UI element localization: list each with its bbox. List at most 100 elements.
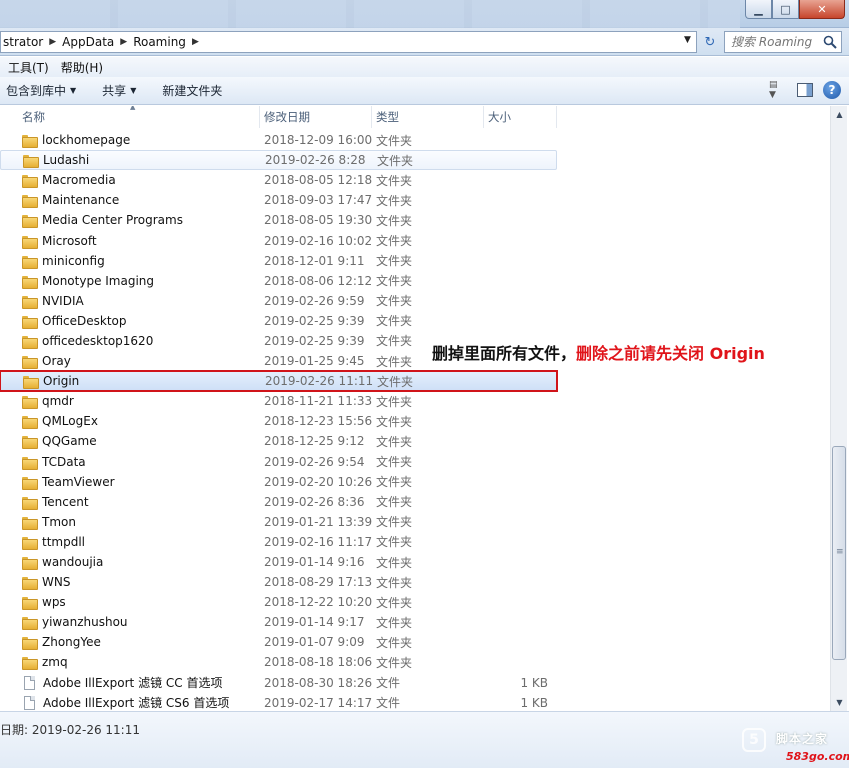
file-row[interactable]: miniconfig 2018-12-01 9:11 文件夹 [0,251,557,271]
column-date[interactable]: 修改日期 [260,106,372,128]
folder-icon [22,476,38,490]
file-name: yiwanzhushou [42,615,128,630]
address-dropdown-icon[interactable]: ▼ [684,35,691,45]
file-row[interactable]: Maintenance 2018-09-03 17:47 文件夹 [0,190,557,210]
file-date: 2019-02-25 9:39 [264,313,365,328]
close-button[interactable]: ✕ [799,0,845,19]
file-name: Microsoft [42,233,97,248]
file-row[interactable]: TeamViewer 2019-02-20 10:26 文件夹 [0,472,557,492]
file-row[interactable]: lockhomepage 2018-12-09 16:00 文件夹 [0,130,557,150]
file-type: 文件夹 [376,314,413,329]
file-name-cell: Media Center Programs [0,213,260,229]
chevron-right-icon[interactable]: ▶ [120,37,127,47]
file-date: 2018-08-05 12:18 [264,173,373,188]
file-row[interactable]: QQGame 2018-12-25 9:12 文件夹 [0,431,557,451]
file-row[interactable]: zmq 2018-08-18 18:06 文件夹 [0,652,557,672]
file-row[interactable]: TCData 2019-02-26 9:54 文件夹 [0,452,557,472]
address-bar[interactable]: strator ▶ AppData ▶ Roaming ▶ [0,31,697,53]
file-row[interactable]: Ludashi 2019-02-26 8:28 文件夹 [0,150,557,171]
scrollbar-thumb[interactable]: ≡ [832,446,846,660]
maximize-button[interactable]: □ [772,0,799,19]
file-name: Media Center Programs [42,213,183,228]
file-name: Adobe IllExport 滤镜 CS6 首选项 [43,696,230,711]
file-date: 2019-02-16 10:02 [264,233,373,248]
file-row[interactable]: yiwanzhushou 2019-01-14 9:17 文件夹 [0,612,557,632]
file-row[interactable]: ttmpdll 2019-02-16 11:17 文件夹 [0,532,557,552]
file-row[interactable]: wandoujia 2019-01-14 9:16 文件夹 [0,552,557,572]
file-name-cell: Ludashi [1,153,261,169]
column-name[interactable]: 名称 ▲ [0,106,260,128]
file-date: 2018-11-21 11:33 [264,394,373,409]
share-button[interactable]: 共享 ▼ [96,82,142,99]
view-options-icon[interactable]: ▤ ▼ [769,80,787,100]
folder-icon [23,375,39,390]
watermark-text: 脚本之家 [776,732,829,746]
new-folder-button[interactable]: 新建文件夹 [156,82,228,99]
search-box[interactable] [724,31,842,53]
menu-help[interactable]: 帮助(H) [57,59,107,76]
file-row[interactable]: Adobe IllExport 滤镜 CS6 首选项 2019-02-17 14:… [0,693,557,711]
file-type: 文件夹 [376,495,413,510]
minimize-button[interactable]: ▁ [745,0,772,19]
file-type: 文件夹 [376,655,413,670]
column-type[interactable]: 类型 [372,106,484,128]
file-type: 文件夹 [376,254,413,269]
folder-icon [22,335,38,349]
file-icon [24,695,35,710]
file-name-cell: zmq [0,655,260,671]
file-row[interactable]: Macromedia 2018-08-05 12:18 文件夹 [0,170,557,190]
file-row[interactable]: Adobe IllExport 滤镜 CC 首选项 2018-08-30 18:2… [0,673,557,693]
file-row[interactable]: wps 2018-12-22 10:20 文件夹 [0,592,557,612]
file-name: zmq [42,655,68,670]
scroll-up-button[interactable]: ▲ [831,106,848,123]
watermark-url: 583go.com [786,750,849,763]
file-row[interactable]: QMLogEx 2018-12-23 15:56 文件夹 [0,411,557,431]
search-input[interactable] [731,35,821,49]
caret-down-icon: ▼ [70,86,77,95]
file-row[interactable]: NVIDIA 2019-02-26 9:59 文件夹 [0,291,557,311]
breadcrumb-item[interactable]: strator ▶ [3,35,62,49]
file-row[interactable]: Origin 2019-02-26 11:11 文件夹 [0,370,558,393]
file-row[interactable]: ZhongYee 2019-01-07 9:09 文件夹 [0,632,557,652]
file-type: 文件夹 [376,555,413,570]
file-date: 2018-08-30 18:26 [264,675,373,690]
file-row[interactable]: WNS 2018-08-29 17:13 文件夹 [0,572,557,592]
file-row[interactable]: Media Center Programs 2018-08-05 19:30 文件夹 [0,210,557,230]
file-row[interactable]: OfficeDesktop 2019-02-25 9:39 文件夹 [0,311,557,331]
breadcrumb-item[interactable]: AppData ▶ [62,35,133,49]
preview-pane-icon[interactable] [797,83,813,97]
file-name-cell: QQGame [0,434,260,450]
file-date: 2019-02-20 10:26 [264,474,373,489]
chevron-right-icon[interactable]: ▶ [49,37,56,47]
file-date: 2019-01-14 9:16 [264,555,365,570]
chevron-right-icon[interactable]: ▶ [192,37,199,47]
file-name-cell: miniconfig [0,253,260,269]
refresh-button[interactable]: ↻ [700,32,720,52]
file-row[interactable]: Monotype Imaging 2018-08-06 12:12 文件夹 [0,271,557,291]
folder-icon [22,235,38,249]
file-row[interactable]: Microsoft 2019-02-16 10:02 文件夹 [0,230,557,250]
search-icon[interactable] [823,35,837,49]
menu-tools[interactable]: 工具(T) [4,59,53,76]
help-icon[interactable]: ? [823,81,841,99]
breadcrumb-item[interactable]: Roaming ▶ [133,35,205,49]
file-name: Origin [43,374,80,389]
file-row[interactable]: Tencent 2019-02-26 8:36 文件夹 [0,492,557,512]
file-type: 文件夹 [376,414,413,429]
column-size[interactable]: 大小 [484,106,557,128]
file-name-cell: Oray [0,354,260,370]
file-row[interactable]: qmdr 2018-11-21 11:33 文件夹 [0,391,557,411]
folder-icon [22,415,38,430]
folder-icon [22,576,38,591]
file-name-cell: QMLogEx [0,414,260,430]
file-name: Oray [42,354,71,369]
file-row[interactable]: Tmon 2019-01-21 13:39 文件夹 [0,512,557,532]
file-date: 2019-02-16 11:17 [264,534,373,549]
taskbar-tabs-blurred [0,0,740,28]
include-in-library-button[interactable]: 包含到库中 ▼ [0,82,82,99]
file-type: 文件夹 [376,595,413,610]
scroll-down-button[interactable]: ▼ [831,694,848,711]
file-date: 2019-02-26 8:36 [264,494,365,509]
file-name: miniconfig [42,253,105,268]
vertical-scrollbar[interactable]: ▲ ≡ ▼ [830,106,847,711]
